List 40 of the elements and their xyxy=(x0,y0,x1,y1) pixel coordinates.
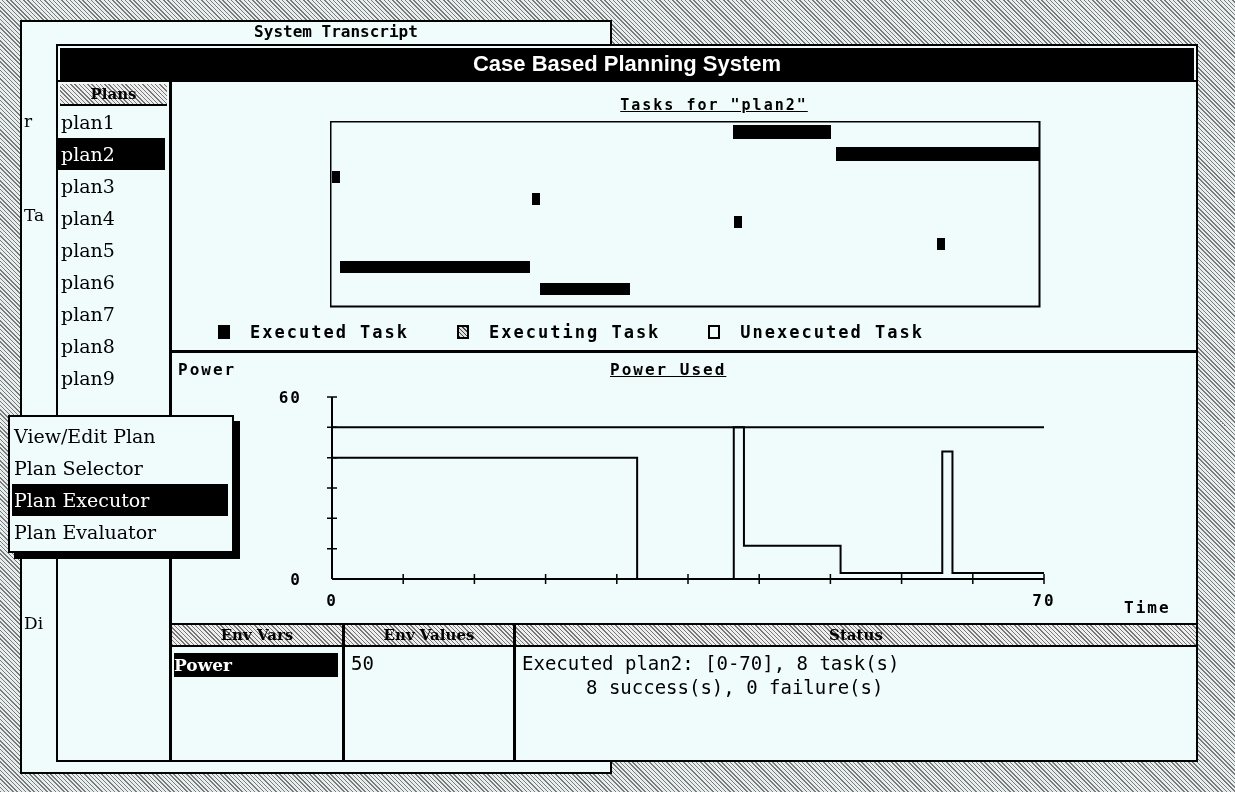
plan-list-item[interactable]: plan4 xyxy=(58,202,165,234)
column-header: Env Values xyxy=(345,625,513,647)
column-header: Status xyxy=(516,625,1196,647)
menu-item[interactable]: Plan Evaluator xyxy=(12,516,228,548)
chart-title: Power Used xyxy=(610,360,727,379)
plan-list-item[interactable]: plan2 xyxy=(58,138,165,170)
legend-label: Executed Task xyxy=(250,322,410,342)
menu-item[interactable]: View/Edit Plan xyxy=(12,420,228,452)
plan-list-item[interactable]: plan3 xyxy=(58,170,165,202)
empty-square-icon xyxy=(708,325,721,339)
legend-label: Executing Task xyxy=(489,322,661,342)
status-text: Executed plan2: [0-70], 8 task(s) xyxy=(521,651,901,675)
legend-label: Unexecuted Task xyxy=(740,322,924,342)
column-header: Plans xyxy=(60,84,167,106)
chart-title: Tasks for "plan2" xyxy=(620,96,808,114)
axis-label: Power xyxy=(178,360,238,379)
window-title: Case Based Planning System xyxy=(60,48,1194,80)
plan-list-item[interactable]: plan8 xyxy=(58,330,165,362)
value-text: 50 xyxy=(350,651,375,675)
tick-label: 0 xyxy=(290,570,302,589)
menu-item[interactable]: Plan Selector xyxy=(12,452,228,484)
hatched-square-icon xyxy=(457,325,470,339)
plan-list-item[interactable]: plan5 xyxy=(58,234,165,266)
plan-list-item[interactable]: plan1 xyxy=(58,106,165,138)
window-title: System Transcript xyxy=(253,22,419,41)
menu-item[interactable]: Plan Executor xyxy=(12,484,228,516)
tick-label: 0 xyxy=(326,591,338,610)
status-text: 8 success(s), 0 failure(s) xyxy=(585,675,885,699)
label-text: Ta xyxy=(23,205,46,227)
variable-list-item[interactable]: Power xyxy=(174,653,338,677)
label-text: r xyxy=(23,111,34,133)
tick-label: 60 xyxy=(278,388,302,407)
filled-square-icon xyxy=(218,325,230,339)
column-header: Env Vars xyxy=(172,625,342,647)
plan-list-item[interactable]: plan7 xyxy=(58,298,165,330)
label-text: Di xyxy=(23,613,45,635)
axis-label: Time xyxy=(1124,598,1171,617)
plan-list-item[interactable]: plan6 xyxy=(58,266,165,298)
tick-label: 70 xyxy=(1032,591,1056,610)
plan-list-item[interactable]: plan9 xyxy=(58,362,165,394)
